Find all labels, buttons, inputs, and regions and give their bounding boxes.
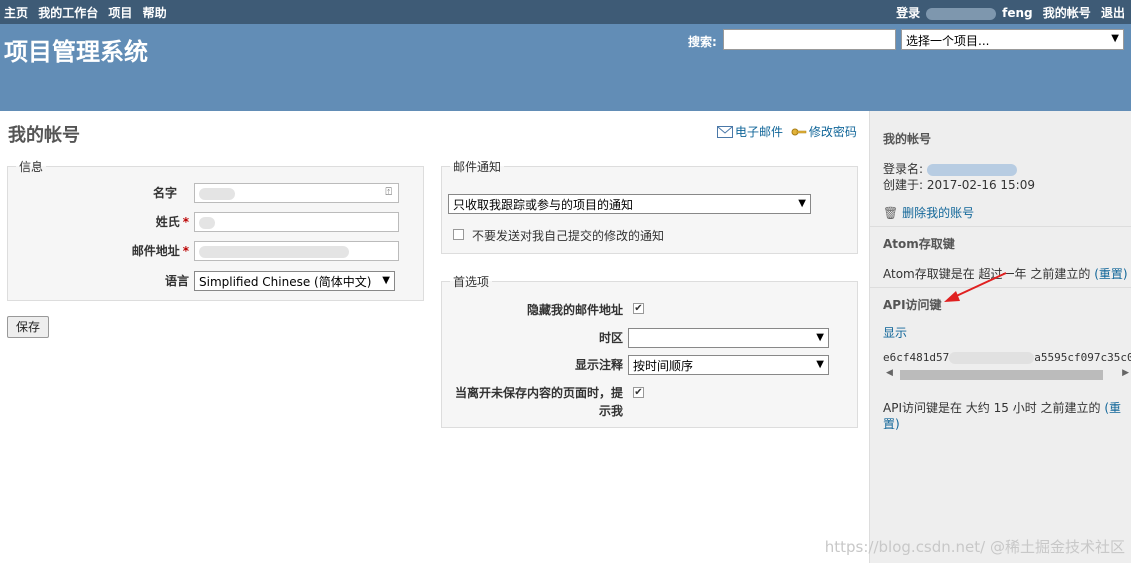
sidebar-title: 我的帐号 bbox=[883, 132, 932, 146]
header: 项目管理系统 搜索: 选择一个项目... ▼ bbox=[0, 24, 1131, 111]
redacted-username bbox=[926, 7, 997, 20]
email-link[interactable]: 电子邮件 bbox=[735, 125, 783, 139]
project-jump-select[interactable]: 选择一个项目... ▼ bbox=[901, 29, 1124, 50]
site-title[interactable]: 项目管理系统 bbox=[4, 32, 148, 67]
created-on: 创建于: 2017-02-16 15:09 bbox=[883, 178, 1035, 192]
lastname-label: 姓氏 * bbox=[155, 215, 189, 229]
comments-sorting-value: 按时间顺序 bbox=[633, 359, 694, 373]
api-key-value: e6cf481d57 a5595cf097c35c0 bbox=[883, 351, 1131, 364]
language-label: 语言 bbox=[164, 274, 189, 288]
api-key-info: API访问键是在 大约 15 小时 之前建立的 (重置) bbox=[883, 401, 1122, 431]
search-input[interactable] bbox=[723, 29, 896, 50]
comments-sorting-label: 显示注释 bbox=[574, 358, 623, 372]
main-content: 我的帐号 电子邮件 修改密码 信息 名字 ⍐ 姓氏 * 邮件地址 * 语言 Simp… bbox=[0, 111, 869, 563]
divider bbox=[870, 226, 1131, 227]
chevron-down-icon: ▼ bbox=[798, 198, 806, 209]
menu-help[interactable]: 帮助 bbox=[143, 6, 167, 20]
timezone-select[interactable]: ▼ bbox=[628, 328, 829, 348]
no-self-notified-label: 不要发送对我自己提交的修改的通知 bbox=[472, 229, 665, 243]
hide-mail-checkbox[interactable]: ✔ bbox=[633, 303, 644, 314]
menu-projects[interactable]: 项目 bbox=[108, 6, 132, 20]
change-password-link[interactable]: 修改密码 bbox=[809, 125, 857, 139]
watermark: https://blog.csdn.net/ @稀土掘金技术社区 bbox=[824, 538, 1125, 556]
mail-field[interactable] bbox=[194, 241, 399, 261]
menu-my-account[interactable]: 我的帐号 bbox=[1043, 6, 1091, 20]
language-value: Simplified Chinese (简体中文) bbox=[199, 275, 372, 289]
user-link[interactable]: feng bbox=[1002, 6, 1033, 20]
menu-home[interactable]: 主页 bbox=[4, 6, 28, 20]
mail-notification-legend: 邮件通知 bbox=[453, 160, 502, 174]
lastname-field[interactable] bbox=[194, 212, 399, 232]
redacted-lastname bbox=[199, 216, 215, 229]
warn-unsaved-label: 当离开未保存内容的页面时，提示我 bbox=[454, 386, 623, 418]
top-menu: 主页 我的工作台 项目 帮助 登录 feng 我的帐号 退出 bbox=[0, 0, 1131, 24]
timezone-label: 时区 bbox=[598, 331, 623, 345]
scroll-left-icon[interactable]: ◀ bbox=[886, 368, 893, 378]
login-info: 登录名: bbox=[883, 160, 1017, 177]
language-select[interactable]: Simplified Chinese (简体中文) ▼ bbox=[194, 271, 395, 291]
chevron-down-icon: ▼ bbox=[816, 332, 824, 343]
email-icon bbox=[717, 125, 733, 138]
mail-notification-value: 只收取我跟踪或参与的项目的通知 bbox=[453, 198, 634, 212]
api-show-link[interactable]: 显示 bbox=[883, 324, 907, 341]
page-title: 我的帐号 bbox=[8, 125, 80, 146]
chevron-down-icon: ▼ bbox=[1111, 33, 1119, 44]
menu-logout[interactable]: 退出 bbox=[1101, 6, 1125, 20]
hide-mail-label: 隐藏我的邮件地址 bbox=[526, 303, 623, 317]
autofill-icon[interactable]: ⍐ bbox=[385, 185, 392, 199]
scroll-right-icon[interactable]: ▶ bbox=[1122, 368, 1129, 378]
preferences-legend: 首选项 bbox=[453, 275, 490, 289]
redacted-api-key bbox=[949, 352, 1035, 364]
key-icon bbox=[791, 126, 807, 138]
scroll-thumb[interactable] bbox=[900, 370, 1103, 380]
save-button[interactable]: 保存 bbox=[7, 316, 49, 338]
search-label: 搜索: bbox=[688, 35, 717, 49]
chevron-down-icon: ▼ bbox=[816, 359, 824, 370]
atom-key-title: Atom存取键 bbox=[883, 237, 955, 251]
project-select-value: 选择一个项目... bbox=[906, 34, 990, 48]
redacted-firstname bbox=[199, 187, 235, 200]
info-legend: 信息 bbox=[19, 160, 44, 174]
redacted-login bbox=[926, 163, 1017, 176]
comments-sorting-select[interactable]: 按时间顺序 ▼ bbox=[628, 355, 829, 375]
firstname-field[interactable]: ⍐ bbox=[194, 183, 399, 203]
delete-account-link[interactable]: 删除我的账号 bbox=[902, 206, 974, 220]
firstname-label: 名字 bbox=[152, 186, 177, 200]
warn-unsaved-checkbox[interactable]: ✔ bbox=[633, 387, 644, 398]
trash-icon: 🗑 bbox=[883, 206, 899, 220]
sidebar: 我的帐号 登录名: 创建于: 2017-02-16 15:09 🗑 删除我的账号… bbox=[869, 111, 1131, 563]
horizontal-scrollbar[interactable]: ◀ ▶ bbox=[883, 368, 1131, 382]
atom-reset-link[interactable]: (重置) bbox=[1094, 267, 1127, 281]
no-self-notified-checkbox[interactable] bbox=[453, 229, 464, 240]
menu-my-page[interactable]: 我的工作台 bbox=[38, 6, 98, 20]
api-key-title: API访问键 bbox=[883, 298, 942, 312]
annotation-arrow-icon bbox=[944, 272, 1007, 302]
logged-in-label: 登录 feng bbox=[896, 6, 1033, 20]
mail-label: 邮件地址 * bbox=[131, 244, 189, 258]
chevron-down-icon: ▼ bbox=[382, 275, 390, 286]
mail-notification-select[interactable]: 只收取我跟踪或参与的项目的通知 ▼ bbox=[448, 194, 811, 214]
delete-account: 🗑 删除我的账号 bbox=[883, 204, 974, 221]
contextual-links: 电子邮件 修改密码 bbox=[717, 123, 857, 140]
redacted-email bbox=[199, 245, 349, 258]
